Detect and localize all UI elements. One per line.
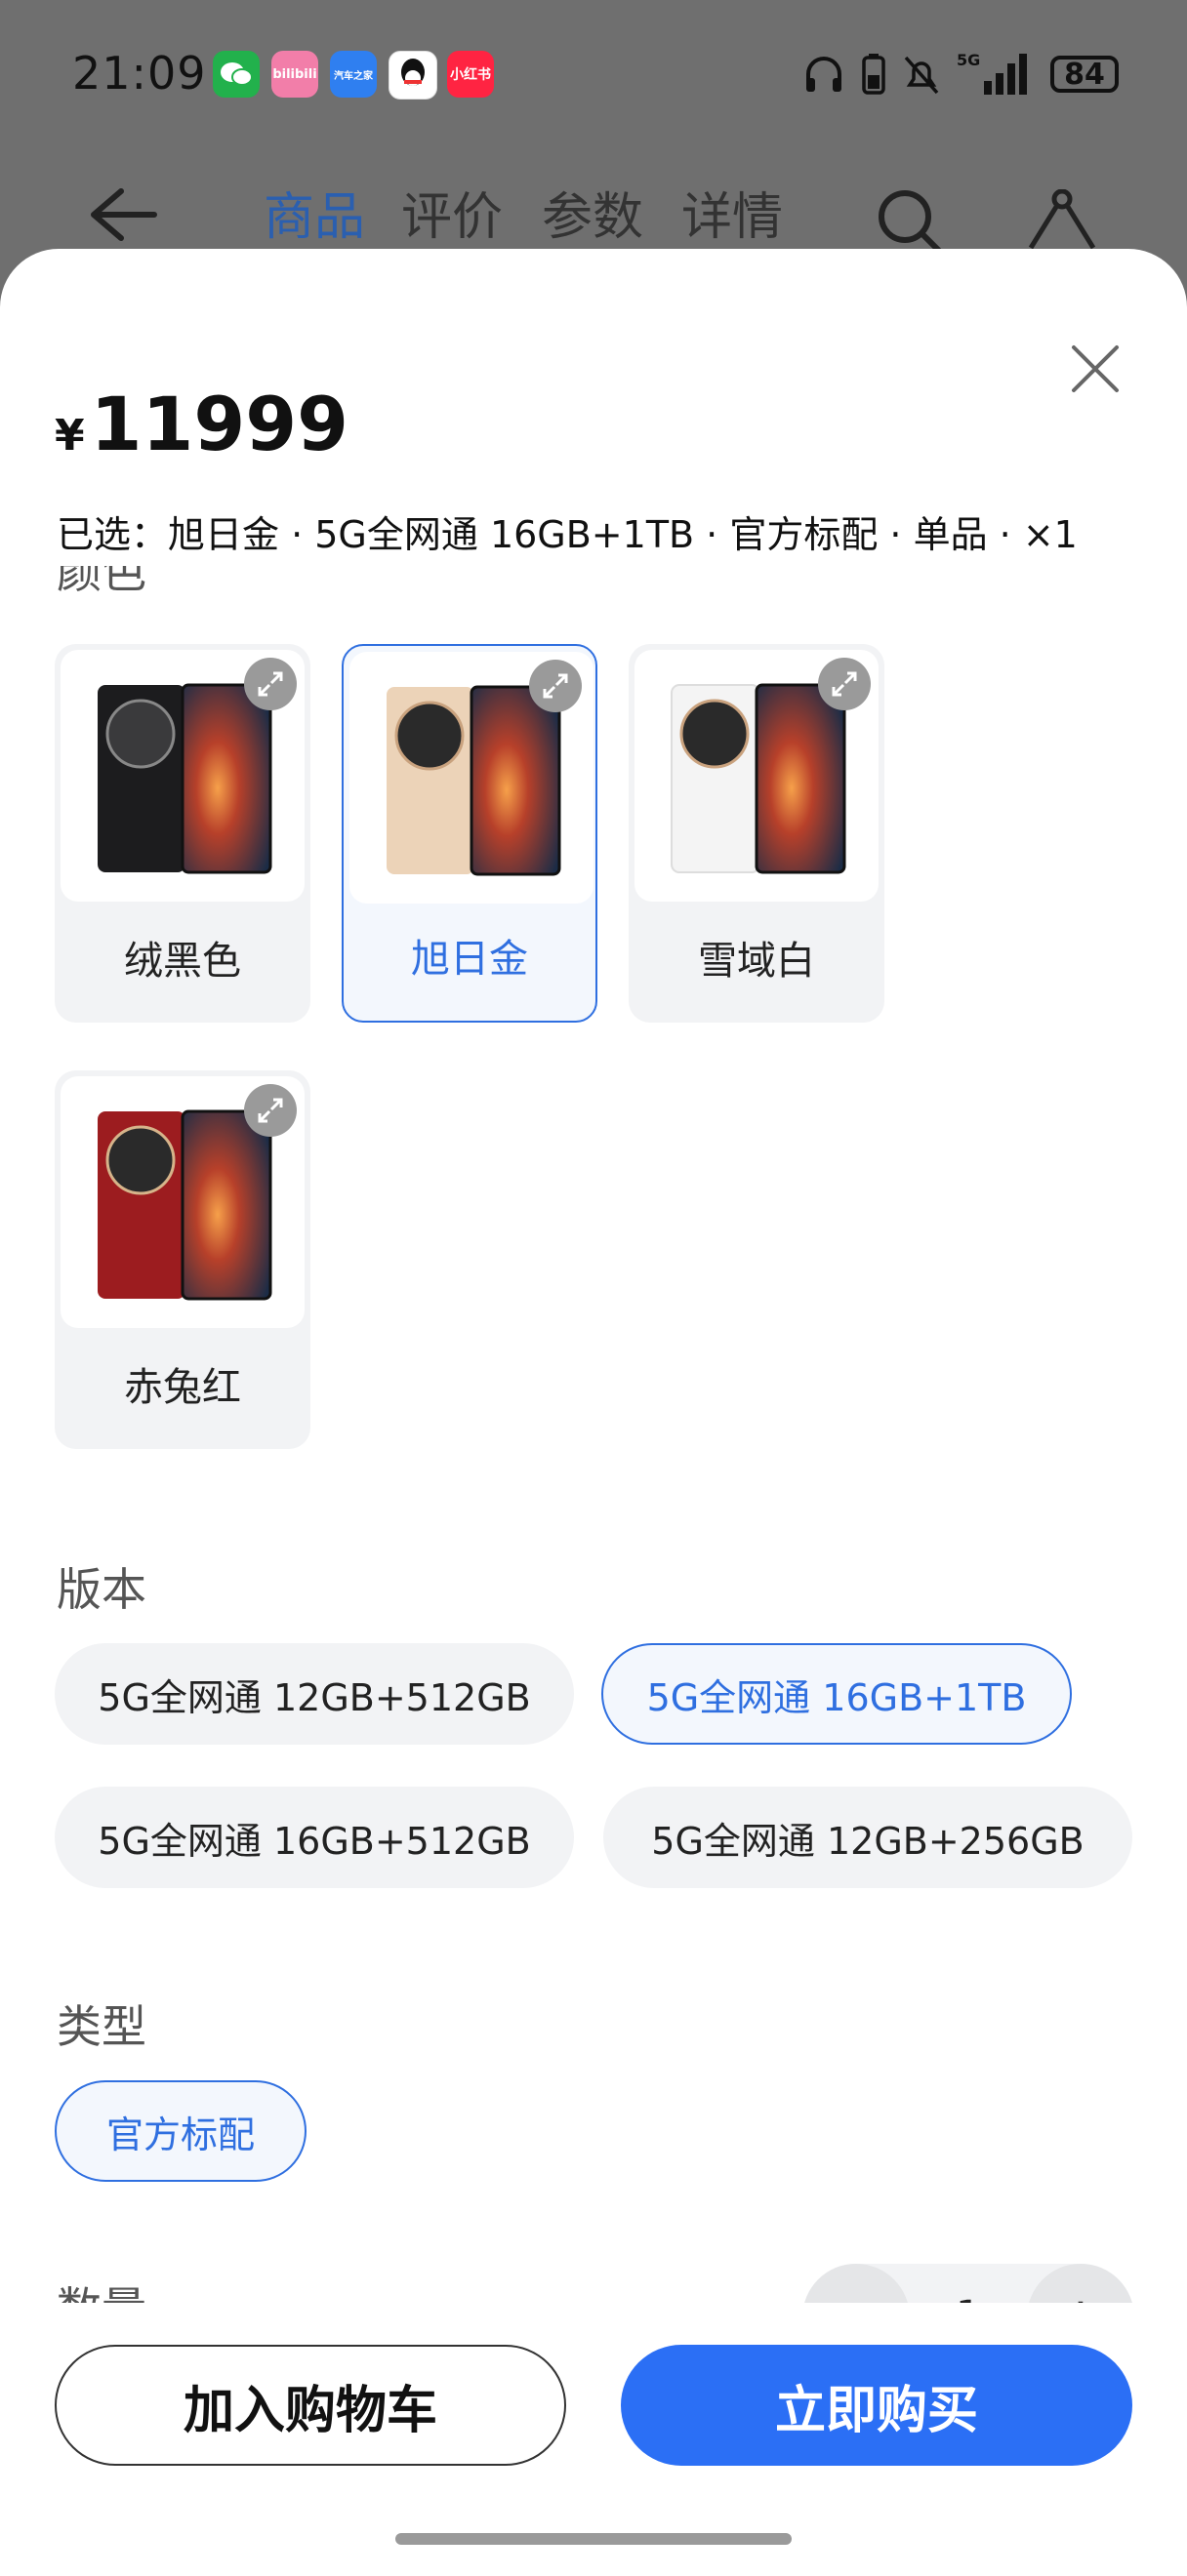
expand-icon[interactable] — [244, 658, 297, 710]
color-option-white[interactable]: 雪域白 — [629, 644, 884, 1023]
autohome-icon: 汽车之家 — [330, 51, 377, 98]
bilibili-icon: bilibili — [271, 51, 318, 98]
share-icon[interactable] — [1023, 189, 1101, 258]
color-label: 雪域白 — [698, 939, 815, 984]
color-label: 旭日金 — [411, 937, 528, 982]
add-to-cart-button[interactable]: 加入购物车 — [55, 2345, 566, 2466]
color-label: 赤兔红 — [124, 1365, 241, 1410]
version-option-12-512[interactable]: 5G全网通 12GB+512GB — [55, 1643, 574, 1745]
bottom-action-bar: 加入购物车 立即购买 — [0, 2303, 1187, 2576]
search-icon[interactable] — [874, 185, 946, 258]
home-indicator[interactable] — [395, 2533, 792, 2545]
expand-icon[interactable] — [529, 660, 582, 712]
price-currency: ¥ — [55, 411, 85, 461]
version-option-12-256[interactable]: 5G全网通 12GB+256GB — [603, 1787, 1132, 1888]
version-section-title: 版本 — [57, 1563, 146, 1616]
color-option-gold[interactable]: 旭日金 — [342, 644, 597, 1023]
svg-text:5G: 5G — [957, 52, 980, 69]
expand-icon[interactable] — [244, 1084, 297, 1137]
status-time: 21:09 — [72, 47, 207, 100]
expand-icon[interactable] — [818, 658, 871, 710]
xiaohongshu-icon: 小红书 — [447, 51, 494, 98]
tab-product[interactable]: 商品 — [264, 176, 365, 249]
color-option-black[interactable]: 绒黑色 — [55, 644, 310, 1023]
buy-now-button[interactable]: 立即购买 — [621, 2345, 1132, 2466]
headphones-icon — [806, 57, 841, 92]
selected-summary: 已选：旭日金 · 5G全网通 16GB+1TB · 官方标配 · 单品 · ×1 — [57, 513, 1078, 556]
status-bar: 21:09 bilibili 汽车之家 小红书 5G 84 — [0, 0, 1187, 146]
color-section-title: 颜色 — [57, 566, 146, 598]
back-arrow-icon[interactable] — [86, 185, 158, 244]
system-icons: 5G 84 — [802, 49, 1119, 100]
close-icon[interactable] — [1070, 343, 1121, 394]
tab-specs[interactable]: 参数 — [542, 176, 643, 249]
qq-icon — [389, 51, 437, 100]
price: ¥11999 — [55, 381, 348, 467]
color-option-red[interactable]: 赤兔红 — [55, 1070, 310, 1449]
bell-muted-icon — [904, 56, 939, 95]
type-section-title: 类型 — [57, 2000, 146, 2053]
type-option-official[interactable]: 官方标配 — [55, 2080, 307, 2182]
tab-reviews[interactable]: 评价 — [401, 176, 503, 249]
phone-battery-icon — [862, 54, 885, 95]
product-nav-bar: 商品 评价 参数 详情 — [0, 176, 1187, 257]
options-scroll-area[interactable]: 颜色 绒黑色 旭日金 雪域白 赤兔红 版本 5G全网通 12GB+512GB 5… — [0, 566, 1187, 2552]
tab-details[interactable]: 详情 — [681, 176, 783, 249]
signal-icon: 5G — [957, 52, 1027, 95]
version-option-16-512[interactable]: 5G全网通 16GB+512GB — [55, 1787, 574, 1888]
color-label: 绒黑色 — [124, 939, 241, 984]
battery-indicator: 84 — [1050, 56, 1119, 93]
price-value: 11999 — [90, 381, 349, 467]
wechat-icon — [213, 51, 260, 98]
version-option-16-1tb[interactable]: 5G全网通 16GB+1TB — [601, 1643, 1072, 1745]
sku-selector-sheet: ¥11999 已选：旭日金 · 5G全网通 16GB+1TB · 官方标配 · … — [0, 249, 1187, 2576]
